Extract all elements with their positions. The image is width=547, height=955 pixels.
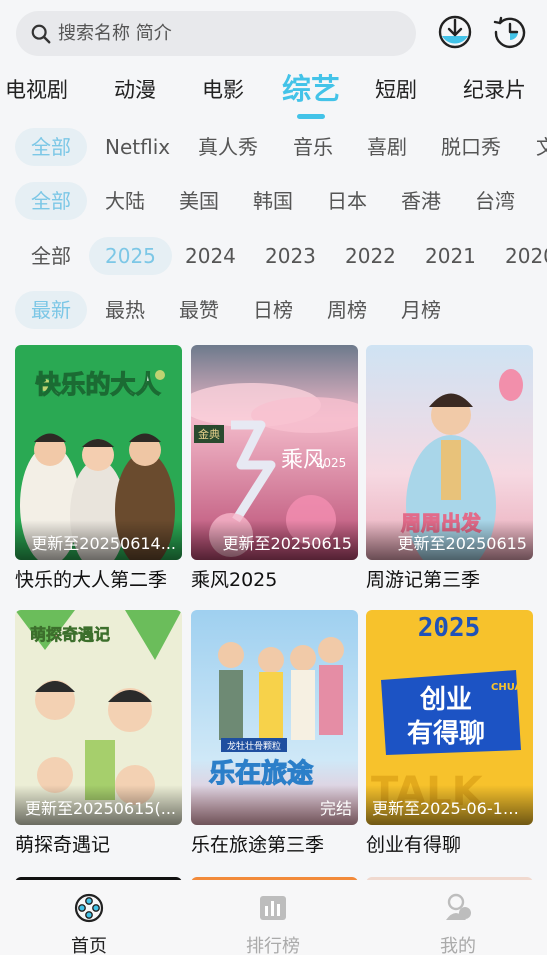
genre-chip[interactable]: 文 xyxy=(520,128,547,166)
poster-badge: 龙牡壮骨颗粒 xyxy=(227,740,281,752)
poster-image[interactable]: 龙牡壮骨颗粒 乐在旅途 完结 xyxy=(191,610,358,825)
genre-chip[interactable]: 全部 xyxy=(15,128,87,166)
svg-text:创业: 创业 xyxy=(419,685,472,715)
region-chip[interactable]: 韩国 xyxy=(237,182,309,220)
tab-home[interactable]: 首页 xyxy=(39,892,139,955)
update-status: 更新至20250615 xyxy=(397,534,527,553)
genre-filter-row: 全部 Netflix 真人秀 音乐 喜剧 脱口秀 文 xyxy=(0,126,547,168)
poster-image[interactable]: 萌探奇遇记 更新至20250615(... xyxy=(15,610,182,825)
poster-year: 2025 xyxy=(418,613,481,643)
svg-text:萌探奇遇记: 萌探奇遇记 xyxy=(30,625,110,644)
film-reel-icon xyxy=(74,893,104,923)
media-card[interactable]: 2025 创业 有得聊 CHUANG TALK 更新至2025-06-15...… xyxy=(366,610,533,857)
tab-label: 我的 xyxy=(440,936,476,955)
media-title[interactable]: 快乐的大人第二季 xyxy=(15,565,182,592)
sort-chip[interactable]: 最赞 xyxy=(163,291,235,329)
bar-chart-icon xyxy=(260,896,286,920)
media-title[interactable]: 乐在旅途第三季 xyxy=(191,830,358,857)
sort-chip[interactable]: 周榜 xyxy=(311,291,383,329)
search-icon xyxy=(31,24,51,43)
media-title[interactable]: 乘风2025 xyxy=(191,565,358,592)
svg-text:快乐的大人: 快乐的大人 xyxy=(35,370,160,399)
update-status: 更新至20250614... xyxy=(31,534,176,553)
tab-label: 首页 xyxy=(71,936,107,955)
poster-badge: 金典 xyxy=(198,427,220,441)
poster-image[interactable]: 快乐的大人 更新至20250614... xyxy=(15,345,182,560)
tab-anime[interactable]: 动漫 xyxy=(114,74,156,104)
user-profile-icon xyxy=(446,893,471,920)
sort-chip[interactable]: 月榜 xyxy=(385,291,457,329)
region-filter-row: 全部 大陆 美国 韩国 日本 香港 台湾 xyxy=(0,180,547,222)
tab-variety[interactable]: 综艺 xyxy=(282,66,340,108)
download-icon[interactable] xyxy=(437,14,473,50)
tab-label: 排行榜 xyxy=(246,936,300,955)
media-card[interactable]: 周周出发 更新至20250615 周游记第三季 xyxy=(366,345,533,592)
active-tab-indicator xyxy=(297,114,325,119)
region-chip[interactable]: 大陆 xyxy=(89,182,161,220)
region-chip[interactable]: 日本 xyxy=(311,182,383,220)
sort-chip[interactable]: 最新 xyxy=(15,291,87,329)
year-chip[interactable]: 2021 xyxy=(409,237,492,275)
update-status: 更新至20250615 xyxy=(222,534,352,553)
category-tabs: 电视剧 动漫 电影 综艺 短剧 纪录片 xyxy=(0,64,547,119)
region-chip[interactable]: 美国 xyxy=(163,182,235,220)
poster-image[interactable]: 周周出发 更新至20250615 xyxy=(366,345,533,560)
tab-rankings[interactable]: 排行榜 xyxy=(223,892,323,955)
poster-brand: CHUANG xyxy=(491,682,533,693)
update-status: 更新至20250615(... xyxy=(25,799,176,818)
sort-chip[interactable]: 最热 xyxy=(89,291,161,329)
media-card[interactable]: 快乐的大人 更新至20250614... 快乐的大人第二季 xyxy=(15,345,182,592)
bottom-tab-bar: 首页 排行榜 我的 xyxy=(0,880,547,955)
sort-chip[interactable]: 日榜 xyxy=(237,291,309,329)
year-chip[interactable]: 2020 xyxy=(489,237,547,275)
region-chip[interactable]: 台湾 xyxy=(459,182,531,220)
tab-movies[interactable]: 电影 xyxy=(202,74,244,104)
year-chip[interactable]: 2025 xyxy=(89,237,172,275)
region-chip[interactable]: 全部 xyxy=(15,182,87,220)
genre-chip[interactable]: 喜剧 xyxy=(351,128,423,166)
year-filter-row: 全部 2025 2024 2023 2022 2021 2020 xyxy=(0,235,547,277)
svg-text:有得聊: 有得聊 xyxy=(407,719,485,749)
media-title[interactable]: 创业有得聊 xyxy=(366,830,533,857)
tab-profile[interactable]: 我的 xyxy=(408,892,508,955)
update-status: 完结 xyxy=(319,799,352,818)
genre-chip[interactable]: Netflix xyxy=(89,128,186,166)
poster-image[interactable]: 2025 创业 有得聊 CHUANG TALK 更新至2025-06-15... xyxy=(366,610,533,825)
tab-documentary[interactable]: 纪录片 xyxy=(463,74,526,104)
media-title[interactable]: 萌探奇遇记 xyxy=(15,830,182,857)
update-status: 更新至2025-06-15... xyxy=(372,799,527,818)
top-bar xyxy=(0,0,547,62)
year-chip[interactable]: 全部 xyxy=(15,237,87,275)
sort-filter-row: 最新 最热 最赞 日榜 周榜 月榜 xyxy=(0,289,547,331)
year-chip[interactable]: 2024 xyxy=(169,237,252,275)
media-card[interactable]: 萌探奇遇记 更新至20250615(... 萌探奇遇记 xyxy=(15,610,182,857)
media-title[interactable]: 周游记第三季 xyxy=(366,565,533,592)
search-box[interactable] xyxy=(16,11,416,56)
search-input[interactable] xyxy=(58,23,388,44)
genre-chip[interactable]: 音乐 xyxy=(277,128,349,166)
history-icon[interactable] xyxy=(492,14,528,50)
genre-chip[interactable]: 脱口秀 xyxy=(425,128,517,166)
region-chip[interactable]: 香港 xyxy=(385,182,457,220)
tab-short-drama[interactable]: 短剧 xyxy=(375,74,417,104)
media-card[interactable]: 龙牡壮骨颗粒 乐在旅途 完结 乐在旅途第三季 xyxy=(191,610,358,857)
poster-image[interactable]: 乘风 2025 金典 更新至20250615 xyxy=(191,345,358,560)
svg-text:2025: 2025 xyxy=(316,456,347,470)
tab-tv-series[interactable]: 电视剧 xyxy=(5,74,68,104)
year-chip[interactable]: 2023 xyxy=(249,237,332,275)
genre-chip[interactable]: 真人秀 xyxy=(182,128,274,166)
media-card[interactable]: 乘风 2025 金典 更新至20250615 乘风2025 xyxy=(191,345,358,592)
year-chip[interactable]: 2022 xyxy=(329,237,412,275)
